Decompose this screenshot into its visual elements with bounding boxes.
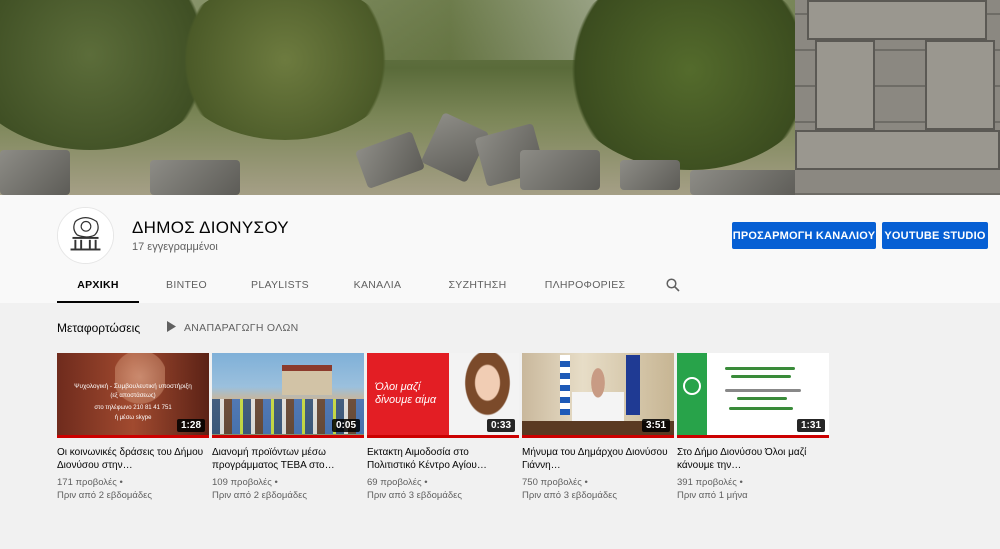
video-duration: 1:28 [176, 419, 205, 432]
thumbnail-line [725, 389, 801, 392]
video-meta: 391 προβολές • [677, 476, 829, 489]
thumbnail-line [725, 367, 795, 370]
thumbnail-line [731, 375, 791, 378]
video-thumbnail[interactable]: 0:05 [212, 353, 364, 438]
eu-flag-icon [626, 355, 640, 415]
video-age: Πριν από 2 εβδομάδες [57, 490, 152, 501]
watch-progress-bar [522, 435, 674, 438]
banner-tree [170, 0, 400, 140]
tab-discussion[interactable]: ΣΥΖΗΤΗΣΗ [429, 267, 526, 303]
ruin-block [925, 40, 995, 130]
meta-separator: • [584, 477, 588, 488]
meta-separator: • [274, 477, 278, 488]
banner-rock [690, 170, 800, 195]
video-thumbnail[interactable]: Ψυχολογική - Συμβουλευτική υποστήριξη (ε… [57, 353, 209, 438]
video-age: Πριν από 2 εβδομάδες [212, 490, 307, 501]
tab-about[interactable]: ΠΛΗΡΟΦΟΡΙΕΣ [530, 267, 640, 303]
logo-ring-icon [683, 377, 701, 395]
thumbnail-text: Ψυχολογική - Συμβουλευτική υποστήριξη [74, 383, 192, 390]
thumbnail-line [729, 407, 793, 410]
thumbnail-building [282, 365, 332, 395]
subscriber-count: 17 εγγεγραμμένοι [132, 241, 218, 253]
municipality-logo-icon [58, 208, 113, 263]
thumbnail-text: (εξ αποστάσεως) [110, 393, 156, 399]
video-views: 109 προβολές [212, 477, 272, 488]
video-meta: 750 προβολές • [522, 476, 674, 489]
video-thumbnail[interactable]: 1:31 [677, 353, 829, 438]
video-title[interactable]: Οι κοινωνικές δράσεις του Δήμου Διονύσου… [57, 446, 207, 472]
play-all-button[interactable]: ΑΝΑΠΑΡΑΓΩΓΗ ΟΛΩΝ [166, 321, 299, 335]
thumbnail-line [737, 397, 787, 400]
banner-rock [150, 160, 240, 195]
channel-banner [0, 0, 1000, 195]
video-age: Πριν από 3 εβδομάδες [367, 490, 462, 501]
watch-progress-bar [367, 435, 519, 438]
watch-progress-bar [677, 435, 829, 438]
uploads-shelf: Ψυχολογική - Συμβουλευτική υποστήριξη (ε… [57, 353, 829, 502]
banner-rock [0, 150, 70, 195]
ruin-block [807, 0, 987, 40]
video-views: 69 προβολές [367, 477, 422, 488]
video-age: Πριν από 1 μήνα [677, 490, 748, 501]
video-card[interactable]: 1:31 Στο Δήμο Διονύσου Όλοι μαζί κάνουμε… [677, 353, 829, 502]
video-duration: 0:33 [486, 419, 515, 432]
video-duration: 0:05 [331, 419, 360, 432]
video-thumbnail[interactable]: Όλοι μαζί δίνουμε αίμα 0:33 [367, 353, 519, 438]
video-meta: 171 προβολές • [57, 476, 209, 489]
thumbnail-text: Όλοι μαζί δίνουμε αίμα [375, 381, 436, 407]
meta-separator: • [739, 477, 743, 488]
thumbnail-text-line: δίνουμε αίμα [375, 394, 437, 406]
ruin-block [795, 130, 1000, 170]
video-title[interactable]: Στο Δήμο Διονύσου Όλοι μαζί κάνουμε την… [677, 446, 827, 472]
customize-channel-button[interactable]: ΠΡΟΣΑΡΜΟΓΗ ΚΑΝΑΛΙΟΥ [732, 222, 876, 249]
watch-progress-bar [212, 435, 364, 438]
video-meta: 109 προβολές • [212, 476, 364, 489]
tab-videos[interactable]: ΒΙΝΤΕΟ [143, 267, 230, 303]
video-card[interactable]: Ψυχολογική - Συμβουλευτική υποστήριξη (ε… [57, 353, 209, 502]
thumbnail-text: στο τηλέφωνο 210 81 41 751 [94, 405, 172, 411]
video-duration: 3:51 [641, 419, 670, 432]
banner-rock [354, 130, 426, 190]
banner-ruin [795, 0, 1000, 195]
video-card[interactable]: Όλοι μαζί δίνουμε αίμα 0:33 Εκτακτη Αιμο… [367, 353, 519, 502]
section-title: Μεταφορτώσεις [57, 321, 141, 335]
meta-separator: • [119, 477, 123, 488]
video-meta: 69 προβολές • [367, 476, 519, 489]
meta-separator: • [424, 477, 428, 488]
tab-channels[interactable]: ΚΑΝΑΛΙΑ [330, 267, 425, 303]
banner-rock [520, 150, 600, 190]
banner-tree [560, 0, 820, 170]
video-card[interactable]: 3:51 Μήνυμα του Δημάρχου Διονύσου Γιάννη… [522, 353, 674, 502]
video-title[interactable]: Εκτακτη Αιμοδοσία στο Πολιτιστικό Κέντρο… [367, 446, 517, 472]
video-title[interactable]: Διανομή προϊόντων μέσω προγράμματος ΤΕΒΑ… [212, 446, 362, 472]
thumbnail-text-line: Όλοι μαζί [375, 381, 421, 393]
greek-flag-icon [560, 355, 570, 415]
video-views: 171 προβολές [57, 477, 117, 488]
channel-header: ΔΗΜΟΣ ΔΙΟΝΥΣΟΥ 17 εγγεγραμμένοι ΠΡΟΣΑΡΜΟ… [0, 195, 1000, 303]
video-thumbnail[interactable]: 3:51 [522, 353, 674, 438]
tab-playlists[interactable]: PLAYLISTS [234, 267, 326, 303]
watch-progress-bar [57, 435, 209, 438]
video-title[interactable]: Μήνυμα του Δημάρχου Διονύσου Γιάννη… [522, 446, 672, 472]
channel-tabs: ΑΡΧΙΚΗ ΒΙΝΤΕΟ PLAYLISTS ΚΑΝΑΛΙΑ ΣΥΖΗΤΗΣΗ… [57, 267, 684, 303]
video-age: Πριν από 3 εβδομάδες [522, 490, 617, 501]
video-card[interactable]: 0:05 Διανομή προϊόντων μέσω προγράμματος… [212, 353, 364, 502]
video-duration: 1:31 [796, 419, 825, 432]
play-icon [166, 321, 176, 335]
channel-name: ΔΗΜΟΣ ΔΙΟΝΥΣΟΥ [132, 218, 289, 237]
video-views: 750 προβολές [522, 477, 582, 488]
ruin-block [815, 40, 875, 130]
play-all-label: ΑΝΑΠΑΡΑΓΩΓΗ ΟΛΩΝ [184, 322, 299, 334]
channel-avatar[interactable] [57, 207, 114, 264]
search-icon[interactable] [662, 267, 684, 303]
tab-home[interactable]: ΑΡΧΙΚΗ [57, 267, 139, 303]
banner-rock [620, 160, 680, 190]
video-views: 391 προβολές [677, 477, 737, 488]
thumbnail-strip [677, 353, 707, 438]
youtube-studio-button[interactable]: YOUTUBE STUDIO [882, 222, 988, 249]
